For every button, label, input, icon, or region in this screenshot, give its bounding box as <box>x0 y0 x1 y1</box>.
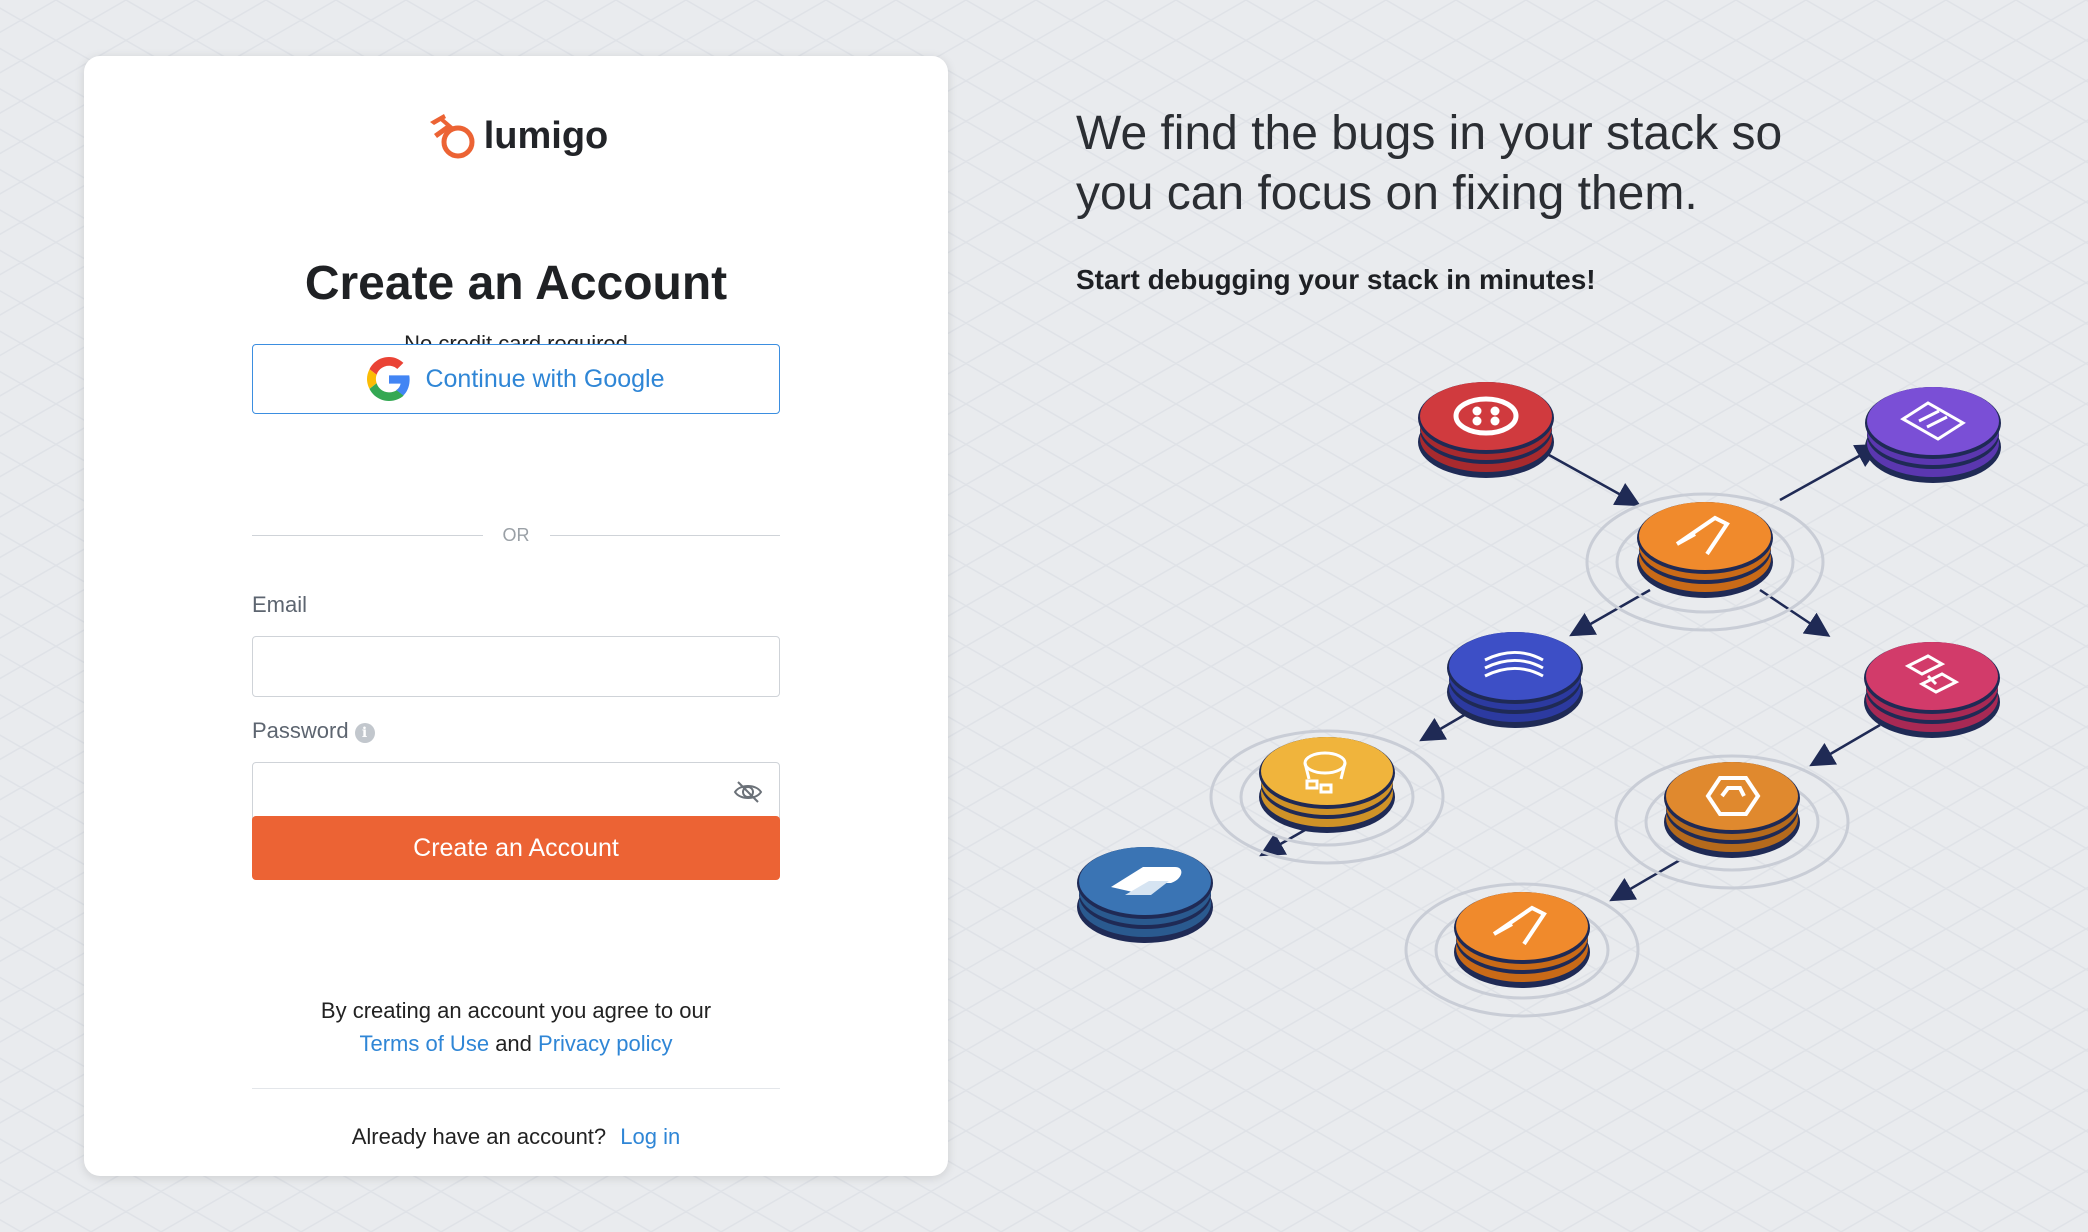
twilio-node <box>1418 382 1554 478</box>
google-icon <box>367 357 411 401</box>
eventbridge-node <box>1664 762 1800 858</box>
email-label: Email <box>252 592 308 617</box>
hero-headline-line-2: you can focus on fixing them. <box>1076 167 1698 220</box>
info-icon[interactable]: i <box>354 723 375 743</box>
terms-and: and <box>495 1031 532 1056</box>
continue-with-google-button[interactable]: Continue with Google <box>252 344 780 414</box>
terms-links-row: Terms of Use and Privacy policy <box>84 1027 948 1060</box>
lambda-top-node <box>1637 502 1773 598</box>
api-gateway-node <box>1865 387 2001 483</box>
hero-subheadline: Start debugging your stack in minutes! <box>1076 264 1596 295</box>
terms-of-use-link[interactable]: Terms of Use <box>359 1031 489 1056</box>
password-field[interactable] <box>252 762 780 823</box>
divider-line-left <box>252 534 483 536</box>
lumigo-logo-icon <box>429 114 475 159</box>
logo-wordmark: lumigo <box>483 114 609 157</box>
terms-text: By creating an account you agree to our … <box>84 994 948 1060</box>
terms-prefix: By creating an account you agree to our <box>320 998 712 1023</box>
footer-divider <box>252 1088 780 1089</box>
divider-line-right <box>549 534 780 536</box>
page-title: Create an Account <box>304 257 728 310</box>
lambda-bottom-node <box>1454 892 1590 988</box>
signup-card: lumigo Create an Account No credit card … <box>84 56 948 1176</box>
log-in-link[interactable]: Log in <box>620 1124 680 1149</box>
s3-node <box>1259 737 1395 833</box>
google-button-label: Continue with Google <box>425 364 665 393</box>
hero-headline: We find the bugs in your stack so you ca… <box>1076 104 1976 224</box>
password-label: Password <box>252 718 349 743</box>
hero-headline-line-1: We find the bugs in your stack so <box>1076 107 1783 160</box>
kinesis-node <box>1447 632 1583 728</box>
lumigo-logo: lumigo <box>84 104 948 168</box>
create-account-button[interactable]: Create an Account <box>252 816 780 880</box>
login-prompt: Already have an account? <box>351 1124 607 1149</box>
divider-text: OR <box>502 524 530 545</box>
paypal-node <box>1077 847 1213 943</box>
step-functions-node <box>1864 642 2000 738</box>
email-field[interactable] <box>252 636 780 697</box>
stack-illustration <box>1077 382 2001 1018</box>
privacy-policy-link[interactable]: Privacy policy <box>538 1031 672 1056</box>
password-label-row: Password i <box>252 718 375 744</box>
or-divider: OR <box>252 522 780 548</box>
login-row: Already have an account? Log in <box>84 1124 948 1150</box>
hide-password-icon[interactable] <box>732 776 764 808</box>
